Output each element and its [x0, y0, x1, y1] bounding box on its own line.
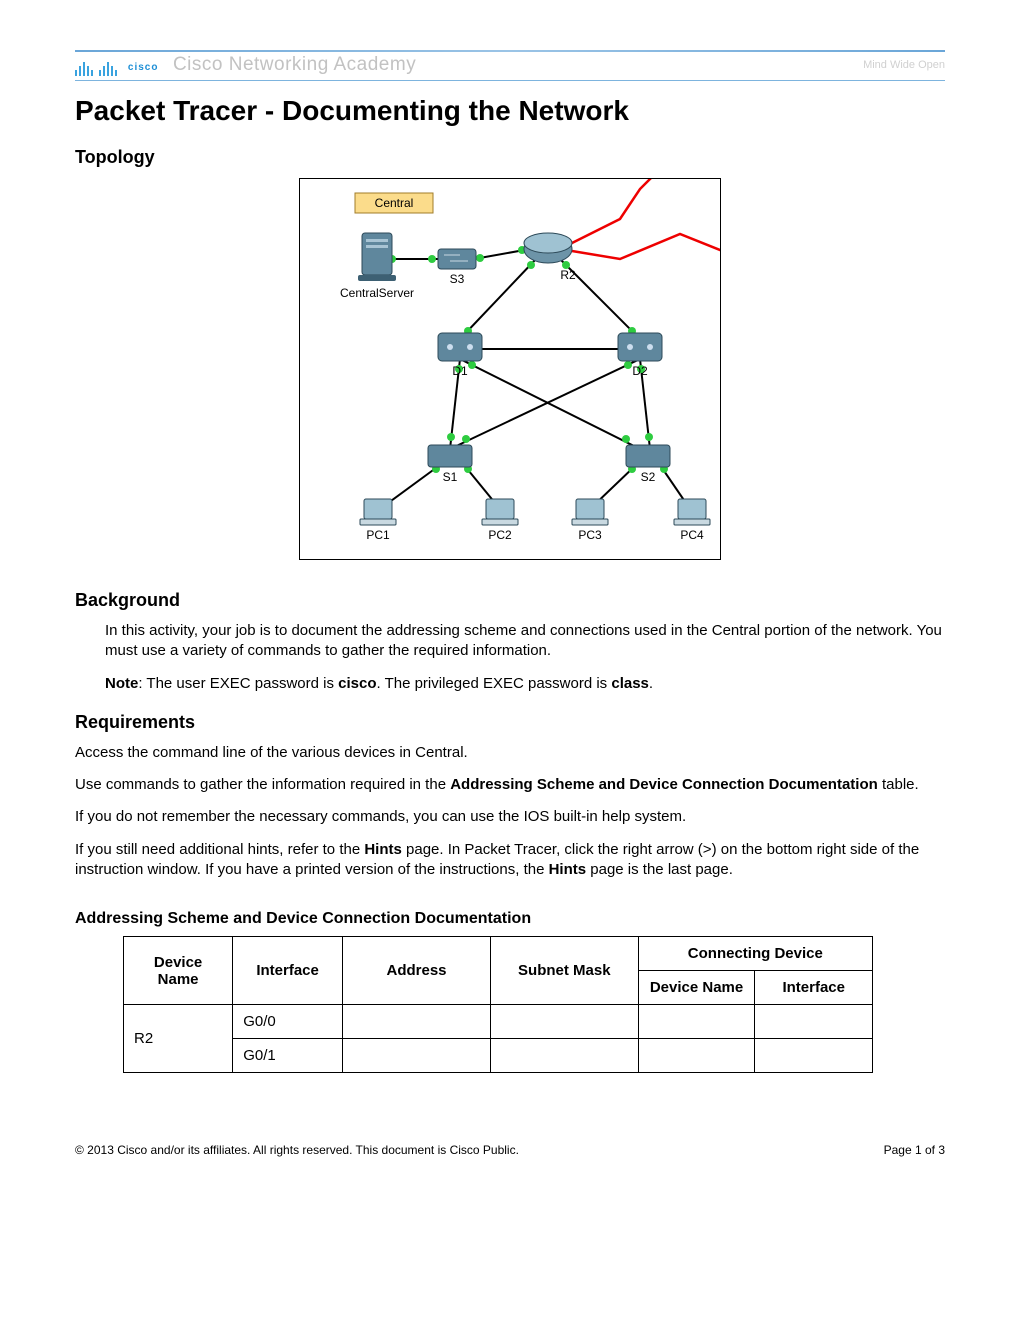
topology-diagram: Central CentralServer S3 — [299, 178, 721, 560]
th-address: Address — [343, 937, 491, 1005]
device-pc3-icon — [572, 499, 608, 525]
cell-interface: G0/0 — [233, 1005, 343, 1039]
label-r2: R2 — [560, 268, 576, 282]
device-s1-icon — [428, 445, 472, 467]
table-row: G0/1 — [124, 1039, 873, 1073]
label-central: Central — [375, 196, 414, 210]
th-connecting-device: Connecting Device — [638, 937, 872, 971]
footer-page: Page 1 of 3 — [884, 1143, 945, 1157]
cell-device: R2 — [124, 1005, 233, 1073]
label-s2: S2 — [641, 470, 656, 484]
background-note: Note: The user EXEC password is cisco. T… — [105, 674, 945, 694]
label-server: CentralServer — [340, 286, 414, 300]
cell-address — [343, 1005, 491, 1039]
device-pc4-icon — [674, 499, 710, 525]
section-topology: Topology — [75, 147, 945, 168]
cell-mask — [491, 1039, 639, 1073]
device-pc1-icon — [360, 499, 396, 525]
label-pc2: PC2 — [488, 528, 512, 542]
device-s3-icon — [438, 249, 476, 269]
device-r2-icon — [524, 233, 572, 263]
note-t2: . The privileged EXEC password is — [377, 675, 612, 692]
cell-interface: G0/1 — [233, 1039, 343, 1073]
cell-cinterface — [755, 1005, 873, 1039]
cell-cdevice — [638, 1005, 755, 1039]
cisco-logo-text: cisco — [128, 62, 159, 73]
req-p4: If you still need additional hints, refe… — [75, 840, 945, 881]
topology-container: Central CentralServer S3 — [75, 178, 945, 560]
note-label: Note — [105, 675, 138, 692]
device-server-icon — [358, 233, 396, 281]
table-row: R2 G0/0 — [124, 1005, 873, 1039]
document-page: cisco Cisco Networking Academy Mind Wide… — [0, 0, 1020, 1187]
addressing-table: Device Name Interface Address Subnet Mas… — [123, 936, 873, 1073]
note-t3: . — [649, 675, 653, 692]
th-device-name: Device Name — [124, 937, 233, 1005]
footer-copyright: © 2013 Cisco and/or its affiliates. All … — [75, 1143, 519, 1157]
cisco-logo-icon — [75, 62, 119, 76]
label-s1: S1 — [443, 470, 458, 484]
header-row: cisco Cisco Networking Academy Mind Wide… — [75, 52, 945, 81]
academy-title: Cisco Networking Academy — [173, 54, 416, 75]
background-p1: In this activity, your job is to documen… — [105, 621, 945, 662]
th-c-interface: Interface — [755, 971, 873, 1005]
note-pw2: class — [611, 675, 649, 692]
label-pc1: PC1 — [366, 528, 390, 542]
section-table-heading: Addressing Scheme and Device Connection … — [75, 910, 945, 928]
req-p2: Use commands to gather the information r… — [75, 775, 945, 795]
cell-mask — [491, 1005, 639, 1039]
label-s3: S3 — [450, 272, 465, 286]
note-pw1: cisco — [338, 675, 376, 692]
cell-cdevice — [638, 1039, 755, 1073]
th-c-device-name: Device Name — [638, 971, 755, 1005]
device-pc2-icon — [482, 499, 518, 525]
section-background: Background — [75, 590, 945, 611]
req-p1: Access the command line of the various d… — [75, 743, 945, 763]
device-d2-icon — [618, 333, 662, 361]
section-requirements: Requirements — [75, 712, 945, 733]
label-pc3: PC3 — [578, 528, 602, 542]
label-d1: D1 — [452, 364, 468, 378]
th-subnet: Subnet Mask — [491, 937, 639, 1005]
label-d2: D2 — [632, 364, 648, 378]
th-interface: Interface — [233, 937, 343, 1005]
cell-address — [343, 1039, 491, 1073]
page-footer: © 2013 Cisco and/or its affiliates. All … — [75, 1113, 945, 1157]
device-d1-icon — [438, 333, 482, 361]
page-title: Packet Tracer - Documenting the Network — [75, 95, 945, 127]
device-s2-icon — [626, 445, 670, 467]
label-pc4: PC4 — [680, 528, 704, 542]
note-t1: : The user EXEC password is — [138, 675, 338, 692]
tagline: Mind Wide Open — [863, 59, 945, 71]
req-p3: If you do not remember the necessary com… — [75, 807, 945, 827]
header-left: cisco Cisco Networking Academy — [75, 54, 416, 76]
cell-cinterface — [755, 1039, 873, 1073]
